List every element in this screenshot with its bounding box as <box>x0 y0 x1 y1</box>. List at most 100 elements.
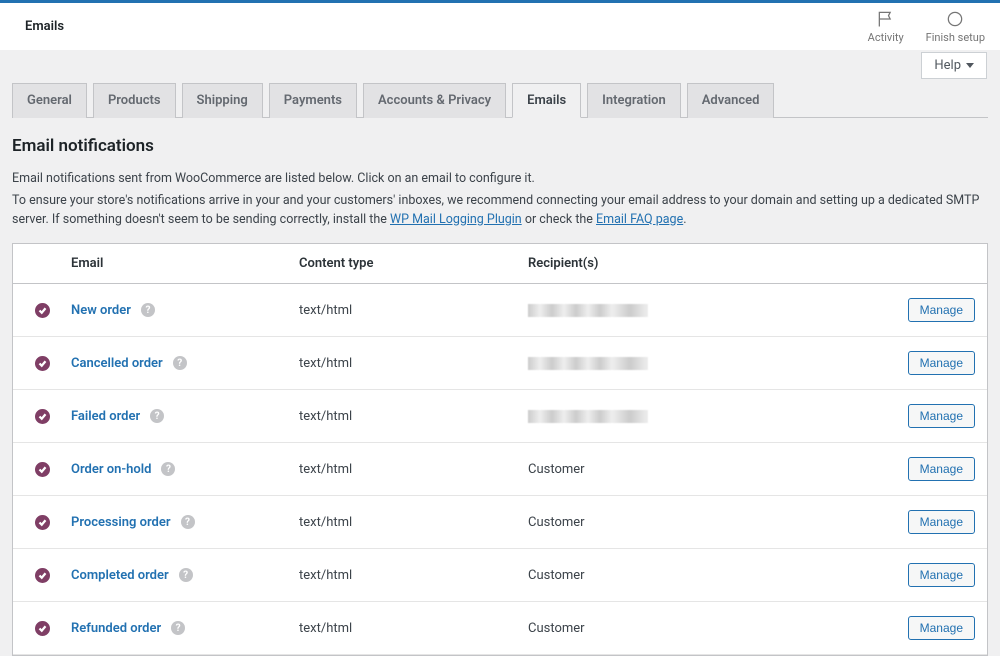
status-col <box>13 303 71 318</box>
settings-tabs: GeneralProductsShippingPaymentsAccounts … <box>12 82 988 118</box>
email-name-col: Order on-hold? <box>71 462 299 477</box>
manage-col: Manage <box>883 298 975 322</box>
status-col <box>13 462 71 477</box>
manage-col: Manage <box>883 510 975 534</box>
email-name-col: Cancelled order? <box>71 356 299 371</box>
email-link[interactable]: Order on-hold <box>71 462 151 477</box>
table-row: Refunded order?text/htmlCustomerManage <box>13 602 987 655</box>
table-row: Cancelled order?text/htmlManage <box>13 337 987 390</box>
recipients <box>528 304 883 317</box>
content-type: text/html <box>299 303 528 318</box>
finish-setup-button[interactable]: Finish setup <box>926 9 985 44</box>
header-content-type: Content type <box>299 256 528 271</box>
help-icon[interactable]: ? <box>173 356 187 370</box>
tab-products[interactable]: Products <box>93 83 176 118</box>
manage-col: Manage <box>883 351 975 375</box>
recipients <box>528 357 883 370</box>
manage-col: Manage <box>883 404 975 428</box>
status-enabled-icon <box>35 568 50 583</box>
redacted-recipient <box>528 304 648 317</box>
tab-emails[interactable]: Emails <box>512 83 581 118</box>
status-col <box>13 515 71 530</box>
help-icon[interactable]: ? <box>179 568 193 582</box>
help-icon[interactable]: ? <box>181 515 195 529</box>
tab-payments[interactable]: Payments <box>269 83 357 118</box>
recipients: Customer <box>528 515 883 530</box>
header-email: Email <box>71 256 299 271</box>
manage-button[interactable]: Manage <box>908 510 975 534</box>
header-recipients: Recipient(s) <box>528 256 883 271</box>
section-description-1: Email notifications sent from WooCommerc… <box>12 170 988 189</box>
tab-shipping[interactable]: Shipping <box>182 83 263 118</box>
table-row: New order?text/htmlManage <box>13 284 987 337</box>
redacted-recipient <box>528 357 648 370</box>
status-col <box>13 621 71 636</box>
help-icon[interactable]: ? <box>141 303 155 317</box>
top-bar-actions: Activity Finish setup <box>868 9 985 44</box>
recipients: Customer <box>528 462 883 477</box>
status-enabled-icon <box>35 515 50 530</box>
help-button[interactable]: Help <box>921 52 987 79</box>
table-header: Email Content type Recipient(s) <box>13 244 987 284</box>
tab-accounts-privacy[interactable]: Accounts & Privacy <box>363 83 506 118</box>
email-name-col: New order? <box>71 303 299 318</box>
help-icon[interactable]: ? <box>150 409 164 423</box>
status-enabled-icon <box>35 356 50 371</box>
status-col <box>13 409 71 424</box>
email-link[interactable]: Completed order <box>71 568 169 583</box>
manage-button[interactable]: Manage <box>908 351 975 375</box>
email-link[interactable]: Refunded order <box>71 621 161 636</box>
status-enabled-icon <box>35 303 50 318</box>
status-col <box>13 568 71 583</box>
wp-mail-logging-link[interactable]: WP Mail Logging Plugin <box>390 212 522 227</box>
help-icon[interactable]: ? <box>171 621 185 635</box>
circle-icon <box>945 9 965 29</box>
manage-button[interactable]: Manage <box>908 298 975 322</box>
status-col <box>13 356 71 371</box>
email-link[interactable]: New order <box>71 303 131 318</box>
page-title: Emails <box>25 19 64 34</box>
email-table: Email Content type Recipient(s) New orde… <box>12 243 988 656</box>
email-name-col: Completed order? <box>71 568 299 583</box>
content-type: text/html <box>299 409 528 424</box>
email-name-col: Refunded order? <box>71 621 299 636</box>
email-link[interactable]: Failed order <box>71 409 140 424</box>
manage-button[interactable]: Manage <box>908 563 975 587</box>
table-row: Processing order?text/htmlCustomerManage <box>13 496 987 549</box>
tab-advanced[interactable]: Advanced <box>687 83 775 118</box>
manage-button[interactable]: Manage <box>908 616 975 640</box>
content-type: text/html <box>299 568 528 583</box>
flag-icon <box>876 9 896 29</box>
table-row: Failed order?text/htmlManage <box>13 390 987 443</box>
content-type: text/html <box>299 462 528 477</box>
content-type: text/html <box>299 356 528 371</box>
email-name-col: Failed order? <box>71 409 299 424</box>
top-bar: Emails Activity Finish setup <box>0 0 1000 50</box>
section-description-2: To ensure your store's notifications arr… <box>12 192 988 230</box>
tab-general[interactable]: General <box>12 83 87 118</box>
manage-col: Manage <box>883 563 975 587</box>
content-type: text/html <box>299 515 528 530</box>
activity-label: Activity <box>868 31 904 44</box>
status-enabled-icon <box>35 462 50 477</box>
content-area: GeneralProductsShippingPaymentsAccounts … <box>0 82 1000 656</box>
table-row: Completed order?text/htmlCustomerManage <box>13 549 987 602</box>
activity-button[interactable]: Activity <box>868 9 904 44</box>
content-type: text/html <box>299 621 528 636</box>
email-name-col: Processing order? <box>71 515 299 530</box>
manage-col: Manage <box>883 457 975 481</box>
email-link[interactable]: Cancelled order <box>71 356 163 371</box>
recipients <box>528 410 883 423</box>
manage-button[interactable]: Manage <box>908 457 975 481</box>
email-link[interactable]: Processing order <box>71 515 171 530</box>
status-enabled-icon <box>35 621 50 636</box>
manage-col: Manage <box>883 616 975 640</box>
section-title: Email notifications <box>12 136 988 156</box>
finish-setup-label: Finish setup <box>926 31 985 44</box>
tab-integration[interactable]: Integration <box>587 83 681 118</box>
email-faq-link[interactable]: Email FAQ page <box>596 212 683 227</box>
recipients: Customer <box>528 568 883 583</box>
manage-button[interactable]: Manage <box>908 404 975 428</box>
help-icon[interactable]: ? <box>161 462 175 476</box>
status-enabled-icon <box>35 409 50 424</box>
